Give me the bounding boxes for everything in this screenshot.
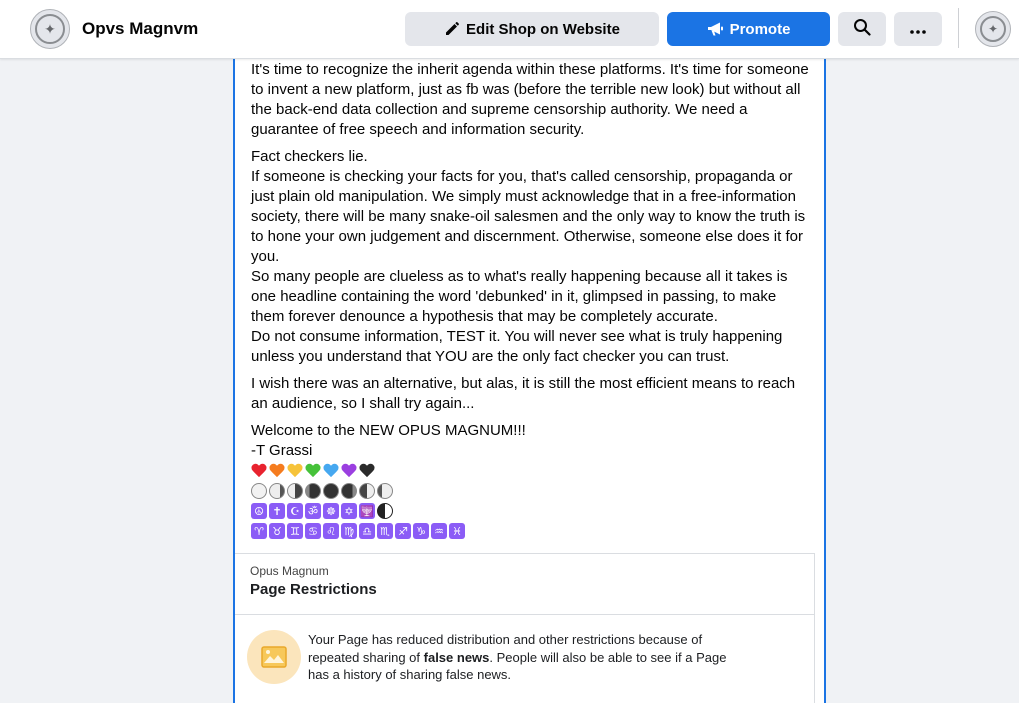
post-paragraph: If someone is checking your facts for yo… — [251, 168, 806, 265]
scorpio-icon: ♏ — [377, 523, 393, 539]
capricorn-icon: ♑ — [413, 523, 429, 539]
restrictions-page-name: Opus Magnum — [250, 564, 329, 578]
leo-icon: ♌ — [323, 523, 339, 539]
false-news-emphasis: false news — [423, 649, 490, 665]
heart-emoji-row — [251, 461, 811, 481]
post-body: It's time to recognize the inherit agend… — [251, 60, 811, 541]
heart-icon — [251, 463, 267, 479]
star-crescent-icon: ☪ — [287, 503, 303, 519]
page-restrictions-card: Opus Magnum Page Restrictions Your Page … — [235, 553, 815, 703]
post-signature: -T Grassi — [251, 442, 313, 459]
post-paragraph: Fact checkers lie. — [251, 148, 368, 165]
page-avatar[interactable]: ✦ — [30, 9, 70, 49]
gemini-icon: ♊ — [287, 523, 303, 539]
moon-phase-row — [251, 481, 811, 501]
dharma-wheel-icon: ☸ — [323, 503, 339, 519]
promote-label: Promote — [729, 20, 791, 38]
yin-yang-icon — [377, 503, 393, 519]
megaphone-icon — [707, 21, 724, 37]
image-warning-icon — [247, 630, 301, 684]
restrictions-divider — [235, 614, 815, 615]
virgo-icon: ♍ — [341, 523, 357, 539]
waning-crescent-moon-icon — [305, 483, 321, 499]
waxing-crescent-moon-icon — [341, 483, 357, 499]
menorah-icon: 🕎 — [359, 503, 375, 519]
sagittarius-icon: ♐ — [395, 523, 411, 539]
post-paragraph: So many people are clueless as to what's… — [251, 268, 788, 325]
new-moon-icon — [323, 483, 339, 499]
seal-icon: ✦ — [35, 14, 65, 44]
cross-icon: ✝ — [269, 503, 285, 519]
heart-icon — [287, 463, 303, 479]
libra-icon: ♎ — [359, 523, 375, 539]
search-button[interactable] — [838, 12, 886, 46]
edit-shop-label: Edit Shop on Website — [466, 20, 620, 38]
ellipsis-icon — [910, 21, 926, 38]
post-paragraph: I wish there was an alternative, but ala… — [251, 375, 796, 412]
cancer-icon: ♋ — [305, 523, 321, 539]
om-icon: ॐ — [305, 503, 321, 519]
heart-icon — [269, 463, 285, 479]
restrictions-title: Page Restrictions — [250, 581, 377, 598]
page-name[interactable]: Opvs Magnvm — [82, 19, 198, 39]
pencil-icon — [444, 21, 460, 37]
heart-icon — [305, 463, 321, 479]
profile-switcher-avatar[interactable]: ✦ — [975, 11, 1011, 47]
religious-symbol-row: ☮ ✝ ☪ ॐ ☸ ✡ 🕎 — [251, 501, 811, 521]
post-paragraph: Do not consume information, TEST it. You… — [251, 328, 783, 365]
first-quarter-moon-icon — [359, 483, 375, 499]
header-divider — [958, 8, 959, 48]
aquarius-icon: ♒ — [431, 523, 447, 539]
taurus-icon: ♉ — [269, 523, 285, 539]
top-bar: ✦ Opvs Magnvm Edit Shop on Website Promo… — [0, 0, 1019, 59]
heart-icon — [341, 463, 357, 479]
more-options-button[interactable] — [894, 12, 942, 46]
post-paragraph: Welcome to the NEW OPUS MAGNUM!!! — [251, 422, 526, 439]
heart-icon — [323, 463, 339, 479]
zodiac-row: ♈ ♉ ♊ ♋ ♌ ♍ ♎ ♏ ♐ ♑ ♒ ♓ — [251, 521, 811, 541]
search-icon — [853, 18, 871, 40]
aries-icon: ♈ — [251, 523, 267, 539]
restrictions-message: Your Page has reduced distribution and o… — [308, 631, 748, 684]
last-quarter-moon-icon — [287, 483, 303, 499]
peace-symbol-icon: ☮ — [251, 503, 267, 519]
full-moon-icon — [251, 483, 267, 499]
promote-button[interactable]: Promote — [667, 12, 830, 46]
post-paragraph: It's time to recognize the inherit agend… — [251, 61, 809, 138]
edit-shop-button[interactable]: Edit Shop on Website — [405, 12, 659, 46]
seal-icon: ✦ — [980, 16, 1006, 42]
pisces-icon: ♓ — [449, 523, 465, 539]
star-of-david-icon: ✡ — [341, 503, 357, 519]
waxing-gibbous-moon-icon — [377, 483, 393, 499]
waning-gibbous-moon-icon — [269, 483, 285, 499]
post-card: It's time to recognize the inherit agend… — [233, 40, 826, 703]
heart-icon — [359, 463, 375, 479]
